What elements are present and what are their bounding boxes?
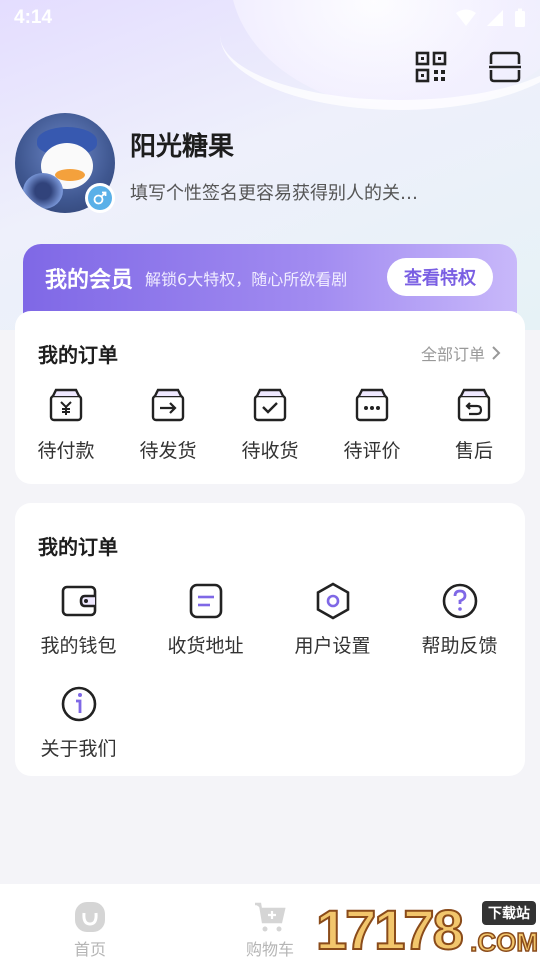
- gender-badge: [85, 183, 115, 213]
- services-title: 我的订单: [38, 535, 118, 559]
- about-entry[interactable]: 关于我们: [15, 684, 142, 787]
- order-pending-review[interactable]: 待评价: [321, 386, 423, 463]
- order-after-sale[interactable]: 售后: [423, 386, 525, 463]
- male-icon: [93, 191, 107, 205]
- vip-subtitle: 解锁6大特权，随心所欲看剧: [145, 270, 348, 289]
- order-pending-shipment[interactable]: 待发货: [117, 386, 219, 463]
- wifi-icon: [456, 9, 476, 26]
- all-orders-link[interactable]: 全部订单: [421, 341, 501, 365]
- status-time: 4:14: [14, 7, 53, 28]
- signal-icon: [487, 10, 503, 26]
- signature[interactable]: 填写个性签名更容易获得别人的关…: [130, 179, 418, 205]
- service-label: 用户设置: [294, 635, 371, 657]
- order-pending-payment[interactable]: 待付款: [15, 386, 117, 463]
- view-privileges-button[interactable]: 查看特权: [387, 258, 493, 296]
- watermark-tag: 下载站: [482, 901, 536, 925]
- status-bar: 4:14: [0, 0, 540, 36]
- orders-title: 我的订单: [38, 343, 118, 367]
- order-pending-receipt[interactable]: 待收货: [219, 386, 321, 463]
- username: 阳光糖果: [130, 132, 235, 162]
- avatar-beak: [55, 169, 85, 181]
- box-dots-icon: [355, 388, 389, 422]
- settings-entry[interactable]: 用户设置: [269, 581, 396, 684]
- cart-icon: [255, 902, 286, 932]
- qr-code-icon[interactable]: [414, 50, 448, 84]
- avatar-flowers: [23, 173, 63, 209]
- watermark-domain: .COM: [469, 926, 538, 958]
- watermark-digits: 17178: [315, 898, 465, 960]
- top-actions: [414, 50, 522, 84]
- info-icon: [61, 686, 96, 722]
- box-return-icon: [457, 388, 491, 422]
- services-grid: 我的钱包 收货地址 用户设置 帮助反馈 关于我们: [15, 581, 525, 787]
- service-label: 关于我们: [40, 738, 117, 760]
- address-entry[interactable]: 收货地址: [142, 581, 269, 684]
- profile-text[interactable]: 阳光糖果 填写个性签名更容易获得别人的关…: [130, 126, 418, 205]
- help-icon: [442, 583, 477, 619]
- service-label: 收货地址: [167, 635, 244, 657]
- wallet-entry[interactable]: 我的钱包: [15, 581, 142, 684]
- status-icons: [456, 8, 526, 28]
- home-icon: [75, 902, 105, 932]
- site-watermark: 17178 下载站 .COM: [315, 895, 540, 960]
- vip-card[interactable]: 我的会员 解锁6大特权，随心所欲看剧 查看特权: [23, 244, 517, 314]
- scan-icon[interactable]: [488, 50, 522, 84]
- box-check-icon: [253, 388, 287, 422]
- order-status-row: 待付款 待发货 待收货 待评价 售后: [15, 386, 525, 463]
- order-item-label: 待收货: [241, 440, 299, 462]
- battery-icon: [515, 8, 525, 27]
- order-item-label: 待评价: [343, 440, 401, 462]
- all-orders-label: 全部订单: [420, 345, 485, 364]
- tab-label: 首页: [73, 940, 106, 959]
- box-arrow-icon: [151, 388, 185, 422]
- wallet-icon: [61, 585, 96, 617]
- help-entry[interactable]: 帮助反馈: [396, 581, 523, 684]
- chevron-right-icon: [492, 346, 501, 360]
- box-yen-icon: [49, 388, 83, 422]
- settings-hexagon-icon: [316, 582, 349, 620]
- service-label: 帮助反馈: [421, 635, 498, 657]
- vip-title: 我的会员: [45, 268, 134, 293]
- order-item-label: 待付款: [37, 440, 95, 462]
- orders-card: 我的订单 全部订单 待付款 待发货 待收货 待评价 售后: [15, 311, 525, 484]
- address-icon: [189, 583, 222, 619]
- tab-home[interactable]: 首页: [0, 884, 180, 960]
- order-item-label: 售后: [454, 440, 493, 462]
- tab-label: 购物车: [245, 940, 294, 959]
- service-label: 我的钱包: [40, 635, 117, 657]
- services-card: 我的订单 我的钱包 收货地址 用户设置 帮助反馈 关于我们: [15, 503, 525, 776]
- order-item-label: 待发货: [139, 440, 197, 462]
